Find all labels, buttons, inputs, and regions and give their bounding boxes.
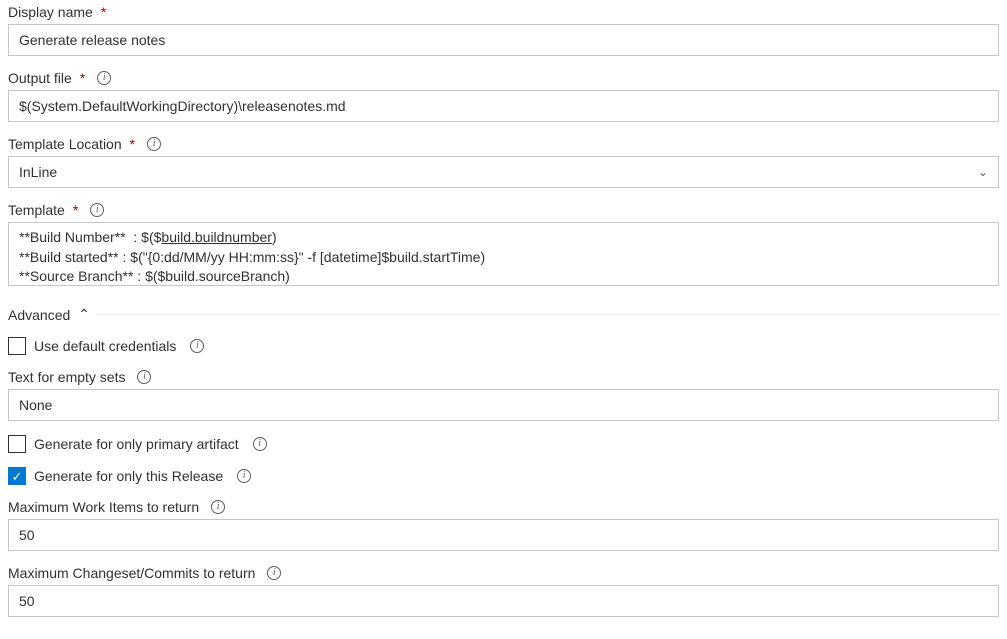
checkmark-icon: ✓ (12, 470, 23, 483)
max-work-items-input[interactable] (8, 519, 999, 551)
display-name-label: Display name * (8, 4, 999, 20)
chevron-down-icon: ⌄ (978, 165, 988, 179)
template-location-label: Template Location * i (8, 136, 999, 152)
max-work-items-label: Maximum Work Items to return i (8, 499, 999, 515)
max-changesets-label: Maximum Changeset/Commits to return i (8, 565, 999, 581)
max-changesets-label-text: Maximum Changeset/Commits to return (8, 565, 255, 581)
template-line1-b: build.buildnumber (161, 229, 272, 245)
display-name-label-text: Display name (8, 4, 93, 20)
info-icon[interactable]: i (97, 71, 111, 85)
template-line1-c: ) (272, 229, 277, 245)
display-name-input[interactable] (8, 24, 999, 56)
output-file-input[interactable] (8, 90, 999, 122)
only-this-release-checkbox[interactable]: ✓ (8, 467, 26, 485)
output-file-label: Output file * i (8, 70, 999, 86)
only-primary-artifact-checkbox[interactable] (8, 435, 26, 453)
text-empty-sets-label: Text for empty sets i (8, 369, 999, 385)
use-default-credentials-label: Use default credentials (34, 338, 176, 354)
divider (98, 314, 999, 315)
template-textarea[interactable]: **Build Number** : $($build.buildnumber)… (8, 222, 999, 286)
only-primary-artifact-label: Generate for only primary artifact (34, 436, 239, 452)
info-icon[interactable]: i (147, 137, 161, 151)
template-label: Template * i (8, 202, 999, 218)
advanced-header-text: Advanced (8, 307, 70, 323)
use-default-credentials-checkbox[interactable] (8, 337, 26, 355)
template-location-select[interactable]: InLine ⌄ (8, 156, 999, 188)
info-icon[interactable]: i (190, 339, 204, 353)
info-icon[interactable]: i (211, 500, 225, 514)
text-empty-sets-input[interactable] (8, 389, 999, 421)
required-asterisk: * (130, 136, 135, 152)
info-icon[interactable]: i (237, 469, 251, 483)
advanced-section-toggle[interactable]: Advanced ⌃ (8, 306, 999, 323)
chevron-up-icon: ⌃ (78, 306, 90, 323)
required-asterisk: * (101, 4, 106, 20)
only-this-release-label: Generate for only this Release (34, 468, 223, 484)
output-file-label-text: Output file (8, 70, 72, 86)
info-icon[interactable]: i (137, 370, 151, 384)
template-line1-a: **Build Number** : $($ (19, 229, 161, 245)
required-asterisk: * (80, 70, 85, 86)
template-line2: **Build started** : $("{0:dd/MM/yy HH:mm… (19, 249, 485, 265)
max-work-items-label-text: Maximum Work Items to return (8, 499, 199, 515)
template-location-label-text: Template Location (8, 136, 122, 152)
template-location-value: InLine (19, 164, 57, 180)
max-changesets-input[interactable] (8, 585, 999, 617)
info-icon[interactable]: i (90, 203, 104, 217)
template-line3: **Source Branch** : $($build.sourceBranc… (19, 268, 290, 284)
text-empty-sets-label-text: Text for empty sets (8, 369, 125, 385)
required-asterisk: * (73, 202, 78, 218)
info-icon[interactable]: i (253, 437, 267, 451)
template-label-text: Template (8, 202, 65, 218)
info-icon[interactable]: i (267, 566, 281, 580)
